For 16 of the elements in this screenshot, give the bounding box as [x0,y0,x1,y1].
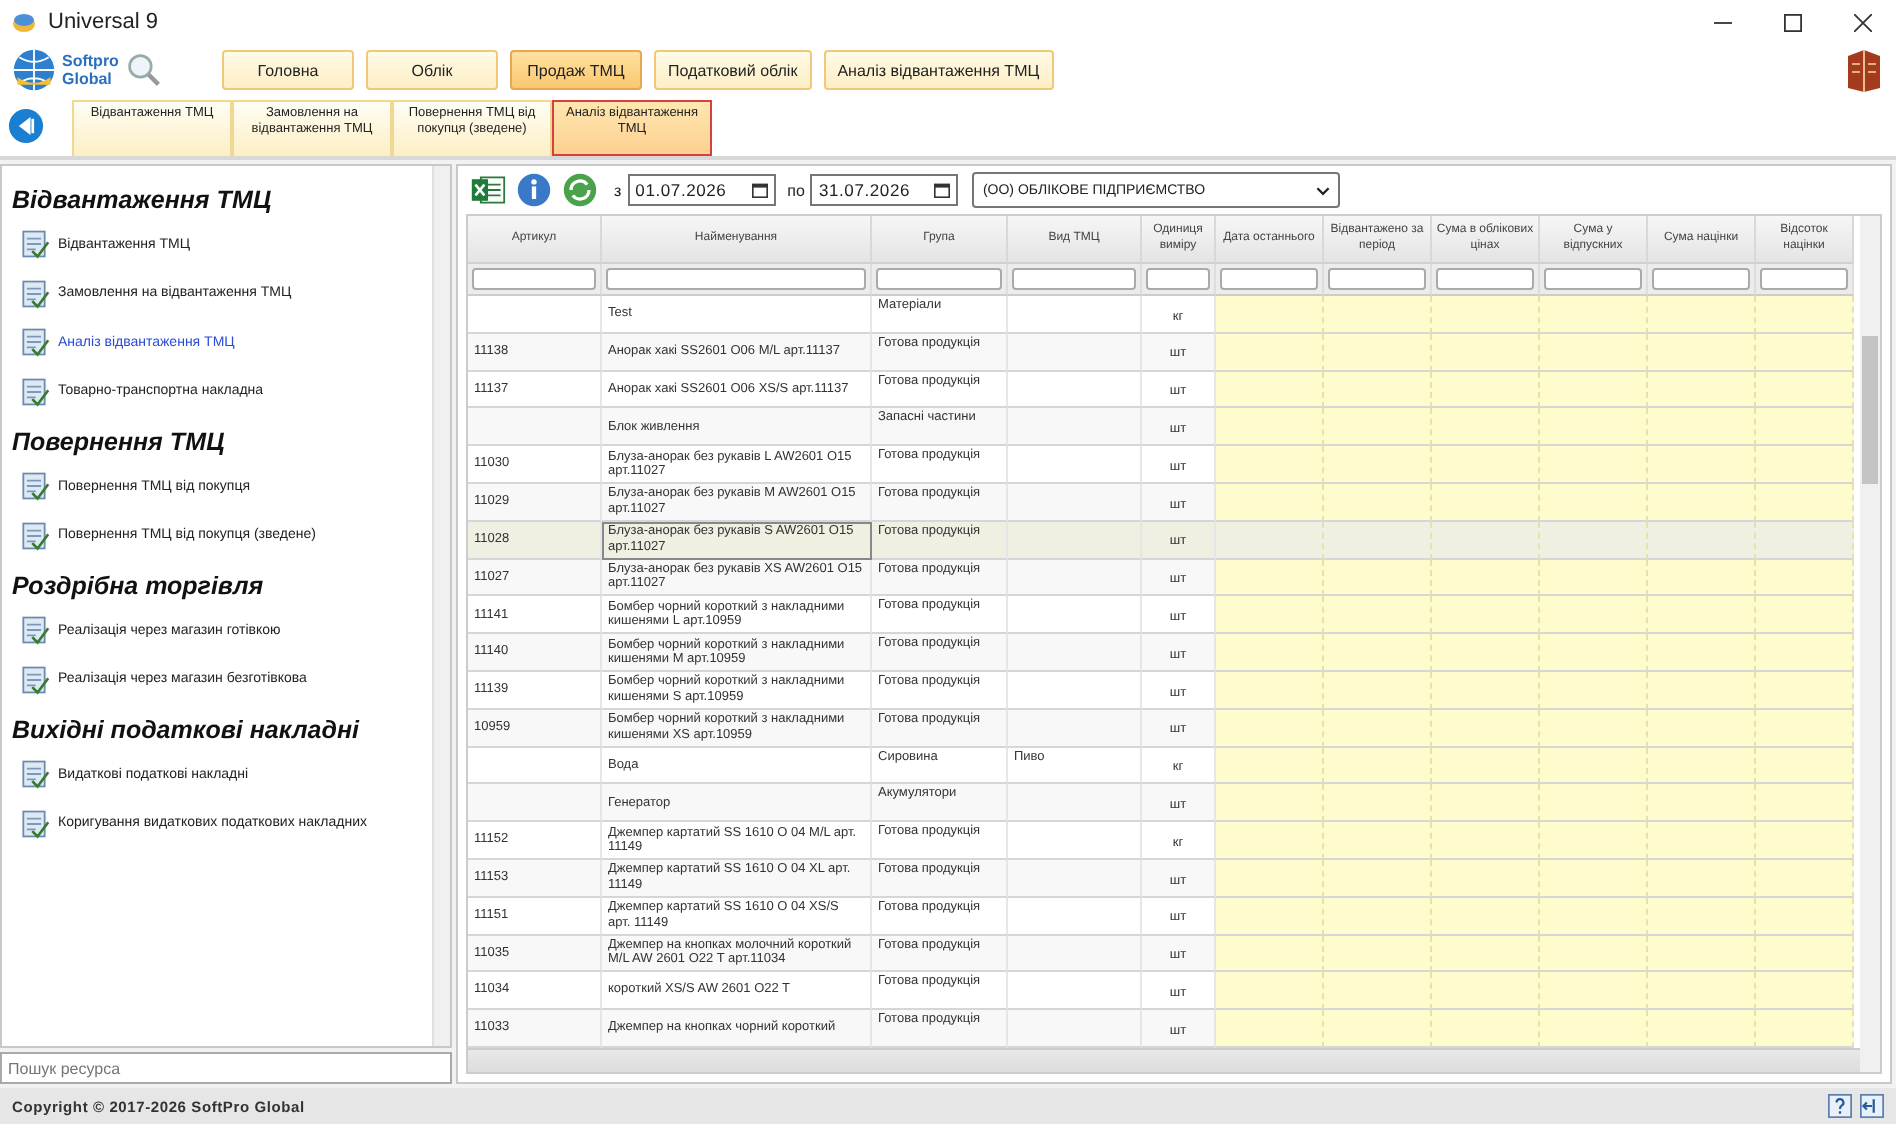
section-title: Повернення ТМЦ [12,428,227,456]
to-label: по [787,181,805,199]
from-label: з [614,181,622,199]
section-title: Відвантаження ТМЦ [12,186,274,214]
window-title: Universal 9 [48,10,159,34]
search-field[interactable]: Пошук ресурса [0,1052,452,1084]
to-date-field[interactable]: 31.07.2026 [810,174,959,206]
nav-tab[interactable]: Аналіз відвантаження ТМЦ [823,50,1054,90]
from-date-field[interactable]: 01.07.2026 [627,174,776,206]
section-title: Роздрібна торгівля [12,572,266,600]
nav-tab[interactable]: Облік [366,50,498,90]
nav-tab[interactable]: Податковий облік [654,50,812,90]
nav-tab[interactable]: Продаж ТМЦ [510,50,642,90]
section-title: Вихідні податкові накладні [12,716,362,744]
logo-text: Softpro Global [62,52,121,88]
nav-tab[interactable]: Головна [222,50,354,90]
